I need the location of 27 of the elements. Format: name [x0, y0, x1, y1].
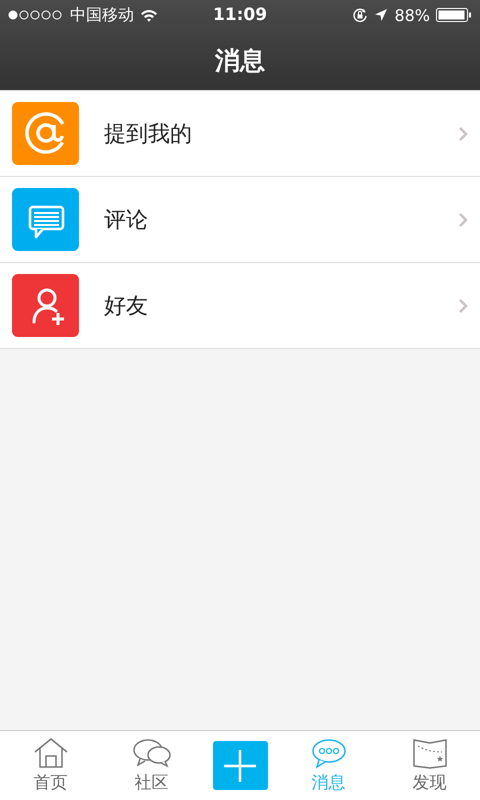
row-label: 提到我的	[104, 120, 193, 148]
list-row[interactable]: 好友	[0, 263, 480, 349]
list-row[interactable]: 评论	[0, 177, 480, 263]
chevron-icon	[458, 212, 468, 228]
tab-item[interactable]: 社区	[112, 737, 192, 794]
page-title: 消息	[215, 44, 265, 76]
chat-bubbles-icon	[132, 737, 172, 769]
row-label: 评论	[104, 206, 149, 234]
carrier-name: 中国移动	[70, 4, 134, 26]
location-arrow-icon	[374, 8, 388, 22]
tab-item[interactable]: 首页	[10, 737, 90, 794]
add-button[interactable]	[212, 741, 268, 790]
status-time: 11:09	[212, 5, 268, 25]
battery-percent: 88%	[394, 6, 430, 24]
battery-icon	[436, 8, 472, 22]
wifi-icon	[140, 8, 158, 22]
signal-icon	[8, 10, 64, 20]
chevron-icon	[458, 298, 468, 314]
map-icon	[412, 737, 448, 769]
rotation-lock-icon	[352, 7, 368, 23]
plus-icon	[223, 748, 257, 782]
home-icon	[32, 737, 68, 769]
chevron-icon	[458, 126, 468, 142]
speech-bubble-icon	[310, 737, 346, 769]
tab-item[interactable]: 发现	[390, 737, 470, 794]
row-label: 好友	[104, 292, 149, 320]
list-row[interactable]: 提到我的	[0, 91, 480, 177]
